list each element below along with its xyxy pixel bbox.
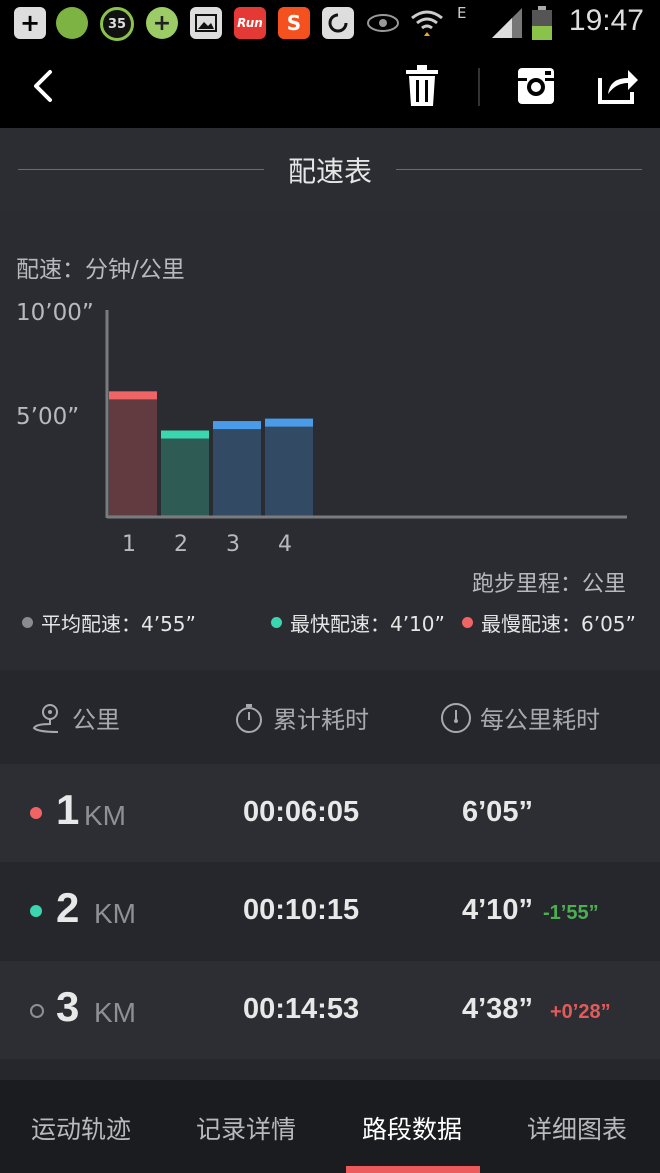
legend-average: 平均配速：4’55” [22, 608, 196, 637]
row-pace: 4’38” [462, 993, 533, 1025]
legend-label: 平均配速：4’55” [41, 612, 196, 636]
row-pace-diff: -1’55” [543, 902, 599, 924]
legend-dot [271, 617, 282, 628]
back-icon[interactable] [26, 64, 66, 108]
row-dot [30, 807, 42, 819]
tab-record-details[interactable]: 记录详情 [196, 1110, 296, 1146]
sogou-app-icon: S [278, 7, 310, 39]
bar-2 [161, 430, 209, 516]
x-tick-label: 1 [122, 532, 136, 557]
timer-badge-icon: 35 [100, 7, 134, 41]
legend-dot [22, 617, 33, 628]
bottom-tab-bar: 运动轨迹 记录详情 路段数据 详细图表 [0, 1080, 660, 1173]
instagram-icon[interactable] [516, 66, 556, 106]
add-box-icon: + [14, 7, 46, 39]
row-km: 2 [56, 884, 80, 931]
pace-bar-chart [105, 310, 627, 519]
cartoon-app-icon [56, 7, 88, 39]
toolbar-divider [478, 68, 480, 106]
header-km-label: 公里 [72, 706, 120, 734]
tab-track[interactable]: 运动轨迹 [31, 1110, 131, 1146]
section-title: 配速表 [287, 155, 372, 188]
clock: 19:47 [568, 4, 644, 37]
table-row[interactable]: 3 KM 00:14:53 4’38” +0’28” [0, 961, 660, 1059]
bar-cap-3 [213, 421, 261, 430]
row-pace: 6’05” [462, 796, 533, 828]
row-dot [30, 1004, 44, 1018]
bar-cap-4 [265, 418, 313, 427]
row-pace: 4’10” [462, 894, 533, 926]
row-km: 1 [56, 786, 80, 833]
header-pace-label: 每公里耗时 [480, 706, 600, 734]
legend-slowest: 最慢配速：6’05” [462, 608, 636, 637]
row-dot [30, 905, 42, 917]
speedometer-icon [441, 702, 471, 733]
row-elapsed: 00:14:53 [243, 993, 360, 1025]
app-bar [0, 46, 660, 128]
table-row[interactable]: 1 KM 00:06:05 6’05” [0, 764, 660, 862]
header-km: 公里 [30, 700, 120, 735]
bar-4 [265, 418, 313, 516]
battery-icon [530, 6, 554, 44]
x-axis-unit-label: 跑步里程：公里 [471, 572, 626, 597]
refresh-app-icon [322, 7, 354, 39]
signal-icon [490, 8, 524, 42]
row-km-unit: KM [94, 898, 136, 929]
table-row[interactable]: 2 KM 00:10:15 4’10” -1’55” [0, 862, 660, 960]
run-app-icon: Run [234, 7, 266, 39]
tab-segment-data[interactable]: 路段数据 [362, 1110, 462, 1146]
header-elapsed-label: 累计耗时 [273, 706, 369, 734]
gallery-icon [190, 7, 222, 39]
notification-count: 35 [107, 16, 127, 32]
x-tick-label: 3 [226, 532, 240, 557]
x-tick-label: 2 [174, 532, 188, 557]
bar-cap-1 [109, 391, 157, 400]
network-type-label: E [457, 4, 467, 22]
pace-chart-panel: 配速：分钟/公里 10’00” 5’00” 1234 跑步里程：公里 平均配速：… [0, 210, 660, 670]
row-km: 3 [56, 983, 80, 1030]
status-bar: + 35 + Run S E 19:47 [0, 0, 660, 46]
eye-icon [366, 12, 400, 38]
bar-1 [109, 391, 157, 516]
row-elapsed: 00:06:05 [243, 796, 360, 828]
bar-3 [213, 421, 261, 516]
active-tab-indicator [346, 1166, 480, 1173]
row-spacer [0, 1059, 660, 1080]
tab-detailed-charts[interactable]: 详细图表 [527, 1110, 627, 1146]
route-pin-icon [32, 703, 59, 733]
share-icon[interactable] [596, 66, 640, 106]
row-km-unit: KM [94, 997, 136, 1028]
header-pace: 每公里耗时 [440, 700, 600, 735]
row-pace-diff: +0’28” [550, 1001, 611, 1023]
row-km-unit: KM [84, 800, 126, 831]
x-tick-label: 4 [278, 532, 292, 557]
header-elapsed: 累计耗时 [233, 700, 369, 735]
legend-label: 最快配速：4’10” [290, 612, 445, 636]
bar-cap-2 [161, 430, 209, 439]
section-header: 配速表 [0, 128, 660, 210]
plus-coin-icon: + [146, 7, 178, 39]
legend-label: 最慢配速：6’05” [481, 612, 636, 636]
legend-dot [462, 617, 473, 628]
divider-right [396, 169, 642, 170]
stopwatch-icon [236, 703, 262, 733]
legend-fastest: 最快配速：4’10” [271, 608, 445, 637]
row-elapsed: 00:10:15 [243, 894, 360, 926]
trash-icon[interactable] [402, 64, 442, 108]
wifi-icon [410, 8, 444, 42]
segment-table-header: 公里 累计耗时 每公里耗时 [0, 670, 660, 764]
